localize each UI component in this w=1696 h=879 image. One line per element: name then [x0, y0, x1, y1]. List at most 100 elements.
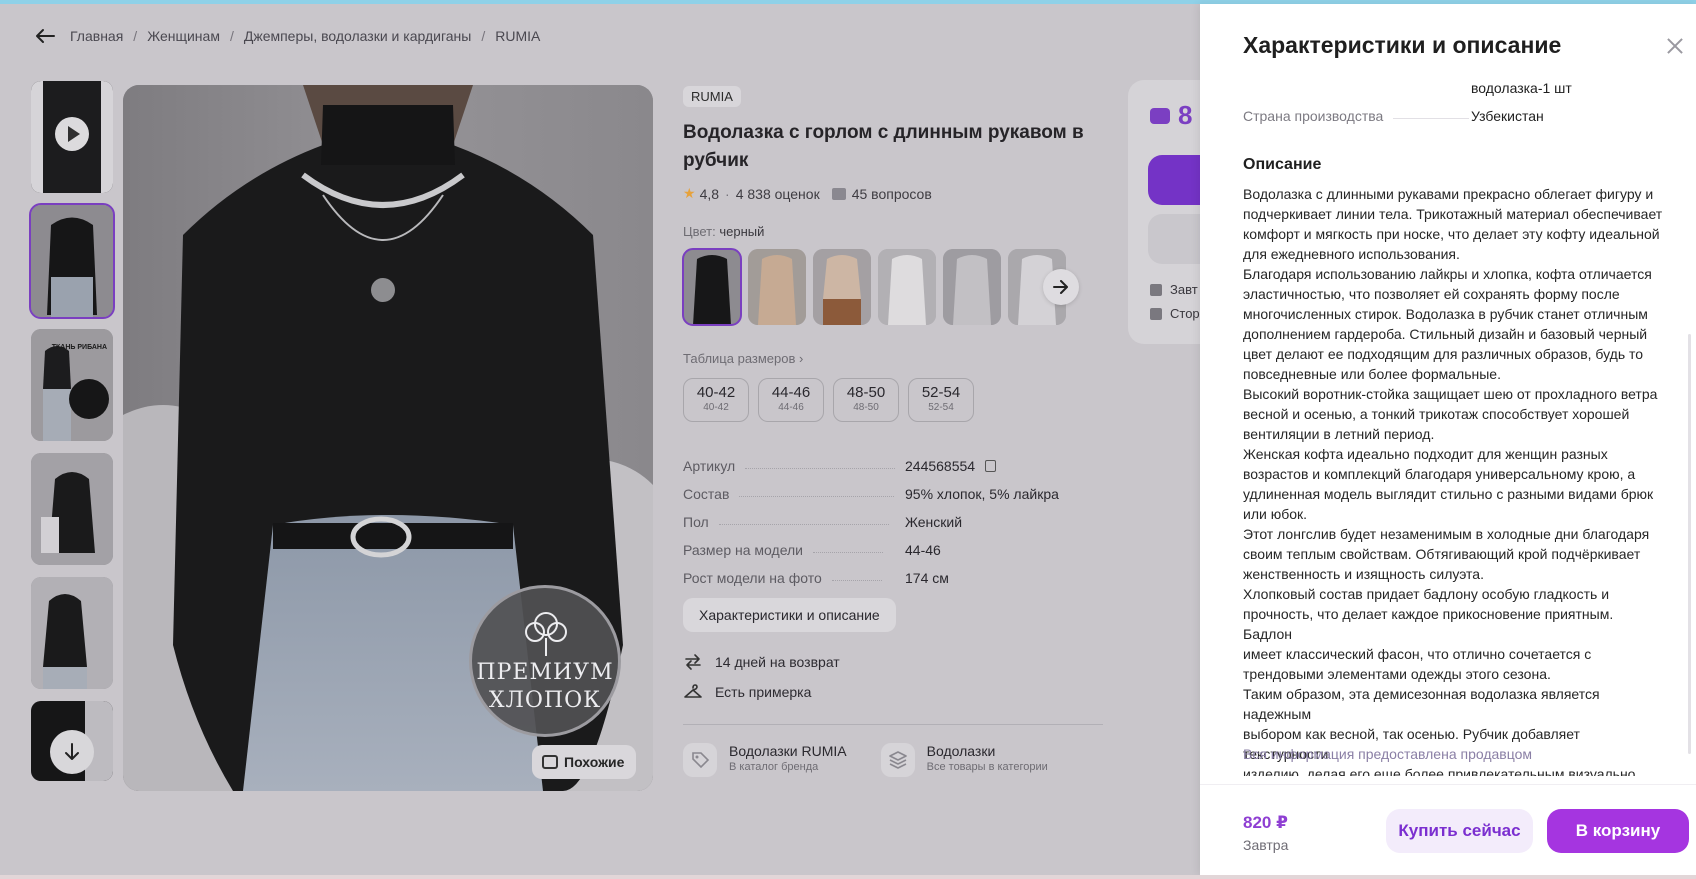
description-line: повседневные или более формальные. — [1243, 366, 1501, 382]
spec-row: Пол Женский — [683, 502, 1103, 530]
brand-catalog-link[interactable]: Водолазки RUMIA В каталог бренда — [683, 743, 847, 777]
description-line: Благодаря использованию лайкры и хлопка,… — [1243, 266, 1652, 282]
description-line: для ежедневного использования. — [1243, 246, 1460, 262]
breadcrumb-separator: / — [481, 28, 486, 44]
thumbnail-image — [31, 577, 113, 689]
swatches-next-button[interactable] — [1043, 269, 1079, 305]
color-swatch-nude[interactable] — [813, 249, 871, 325]
article-number: 244568554 — [905, 458, 976, 474]
panel-scrollbar[interactable] — [1688, 334, 1691, 754]
breadcrumb-separator: / — [229, 28, 234, 44]
spec-dots — [745, 468, 896, 469]
size-option[interactable]: 48-50 48-50 — [833, 378, 899, 422]
close-icon[interactable] — [1663, 34, 1687, 58]
description-line: вентиляции в летний период. — [1243, 426, 1435, 442]
size-main: 40-42 — [696, 384, 736, 401]
breadcrumb: Главная / Женщинам / Джемперы, водолазки… — [34, 28, 540, 44]
dot-separator: · — [725, 185, 730, 202]
questions-icon — [831, 187, 846, 200]
price-value: 8 — [1178, 100, 1193, 130]
panel-scroll-area[interactable]: водолазка-1 шт Страна производства Узбек… — [1243, 76, 1663, 776]
brand-tag[interactable]: RUMIA — [683, 86, 741, 107]
color-value: черный — [719, 224, 765, 239]
thumbnail-photo-1[interactable] — [29, 203, 115, 319]
scroll-down-button[interactable] — [50, 730, 94, 774]
description-line: эластичностью, что позволяет ей сохранят… — [1243, 286, 1620, 302]
swatch-image — [813, 249, 871, 325]
divider — [683, 724, 1103, 725]
similar-search-icon — [542, 755, 558, 769]
feature-return: 14 дней на возврат — [683, 652, 1103, 672]
color-swatch-beige[interactable] — [748, 249, 806, 325]
thumbnail-video[interactable] — [31, 81, 113, 193]
description-line: цвет делают ее подходящим для различных … — [1243, 346, 1644, 362]
characteristics-button[interactable]: Характеристики и описание — [683, 598, 896, 632]
swatch-image — [748, 249, 806, 325]
size-sub: 52-54 — [928, 402, 954, 413]
size-option[interactable]: 52-54 52-54 — [908, 378, 974, 422]
size-main: 52-54 — [921, 384, 961, 401]
footer-price: 820 ₽ — [1243, 813, 1288, 832]
description-line: удлиненная модель выглядит стильно с раз… — [1243, 486, 1654, 502]
similar-button[interactable]: Похожие — [532, 745, 637, 779]
country-value: Узбекистан — [1471, 108, 1544, 124]
footer-delivery-date: Завтра — [1243, 837, 1289, 853]
copy-icon[interactable] — [984, 460, 996, 472]
reviews-link[interactable]: 4 838 оценок — [736, 186, 820, 202]
size-main: 48-50 — [846, 384, 886, 401]
description-line: Женская кофта идеально подходит для женщ… — [1243, 446, 1608, 462]
thumbnail-fabric-text: ТКАНЬ РИБАНА — [51, 344, 107, 351]
delivery-text: Завт — [1170, 282, 1198, 297]
breadcrumb-separator: / — [133, 28, 138, 44]
size-table-link[interactable]: Таблица размеров › — [683, 351, 1103, 366]
add-to-cart-button[interactable]: В корзину — [1547, 809, 1689, 853]
color-swatch-white[interactable] — [878, 249, 936, 325]
color-swatch-black[interactable] — [682, 248, 742, 326]
breadcrumb-brand[interactable]: RUMIA — [495, 28, 540, 44]
category-link[interactable]: Водолазки Все товары в категории — [880, 743, 1048, 777]
size-option[interactable]: 40-42 40-42 — [683, 378, 749, 422]
spec-row: Состав 95% хлопок, 5% лайкра — [683, 474, 1103, 502]
back-arrow-icon[interactable] — [34, 28, 56, 44]
breadcrumb-category[interactable]: Джемперы, водолазки и кардиганы — [244, 28, 471, 44]
questions-link[interactable]: 45 вопросов — [852, 186, 932, 202]
size-option[interactable]: 44-46 44-46 — [758, 378, 824, 422]
play-icon — [55, 117, 89, 151]
arrow-down-icon — [65, 743, 79, 760]
spec-key: Рост модели на фото — [683, 570, 822, 586]
spec-list: Артикул 244568554 Состав 95% хлопок, 5% … — [683, 446, 1103, 586]
breadcrumb-home[interactable]: Главная — [70, 28, 123, 44]
description-line: или юбок. — [1243, 506, 1308, 522]
product-title: Водолазка с горлом с длинным рукавом в р… — [683, 122, 1084, 171]
store-row: Стор — [1150, 306, 1200, 321]
size-sub: 44-46 — [778, 402, 804, 413]
brand-link-title: Водолазки RUMIA — [729, 743, 847, 759]
size-sub: 40-42 — [703, 402, 729, 413]
category-link-title: Водолазки — [926, 743, 996, 759]
description-line: трендовыми элементами одежды этого сезон… — [1243, 666, 1551, 682]
spec-value: 244568554 — [905, 458, 996, 474]
tag-icon — [683, 743, 717, 777]
buy-now-button[interactable]: Купить сейчас — [1386, 809, 1533, 853]
spec-key: Артикул — [683, 458, 736, 474]
breadcrumb-women[interactable]: Женщинам — [147, 28, 220, 44]
color-swatch-grey[interactable] — [943, 249, 1001, 325]
return-arrows-icon — [685, 654, 701, 670]
thumbnail-photo-2[interactable]: ТКАНЬ РИБАНА — [31, 329, 113, 441]
thumbnail-photo-4[interactable] — [31, 577, 113, 689]
arrow-right-icon — [1053, 280, 1068, 294]
bottom-accent-line — [0, 875, 1696, 879]
swatch-image — [878, 249, 936, 325]
spec-dots — [718, 524, 889, 525]
thumbnail-photo-3[interactable] — [31, 453, 113, 565]
color-label-key: Цвет: — [683, 224, 716, 239]
row-line — [1393, 108, 1470, 119]
brand-link-sub: В каталог бренда — [729, 761, 819, 773]
main-product-image[interactable]: ПРЕМИУМ ХЛОПОК Похожие — [123, 85, 653, 791]
panel-title: Характеристики и описание — [1243, 32, 1562, 58]
country-row: Страна производства Узбекистан — [1243, 108, 1663, 124]
description-line: подчеркивает линии тела. Трикотажный мат… — [1243, 206, 1663, 222]
equipment-value: водолазка-1 шт — [1471, 80, 1572, 96]
feature-fitting: Есть примерка — [683, 682, 1103, 702]
description-line: имеет классический фасон, что отлично со… — [1243, 646, 1592, 662]
